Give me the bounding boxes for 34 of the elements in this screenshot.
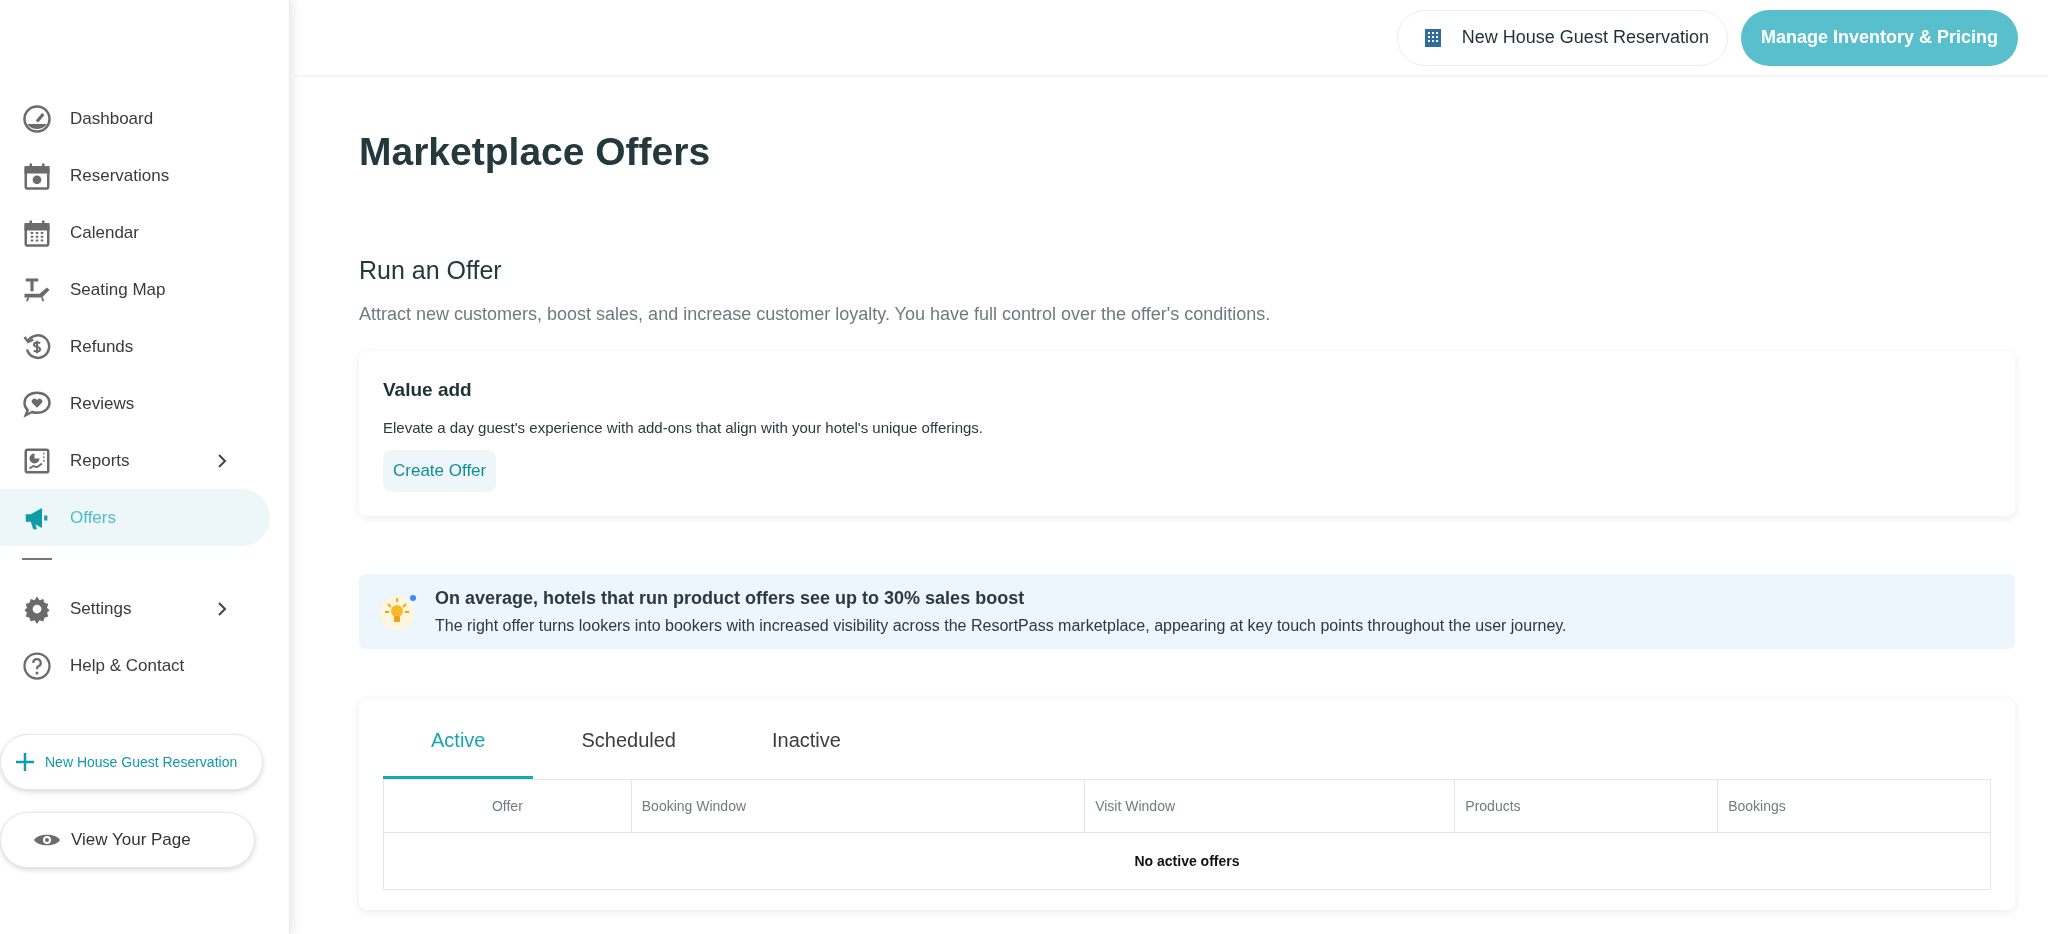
sidebar-item[interactable]: Seating Map bbox=[0, 261, 270, 318]
sidebar-item[interactable]: Reports bbox=[0, 432, 270, 489]
building-icon bbox=[1423, 27, 1442, 48]
nav-icon bbox=[22, 103, 52, 134]
view-page-button[interactable]: View Your Page bbox=[0, 812, 255, 868]
sidebar-item[interactable]: Dashboard bbox=[0, 90, 270, 147]
chevron-right-icon bbox=[216, 601, 228, 616]
empty-message: No active offers bbox=[1133, 852, 1241, 871]
new-reservation-button[interactable]: New House Guest Reservation bbox=[1396, 9, 1728, 66]
sidebar-item[interactable]: Calendar bbox=[0, 204, 270, 261]
page-title: Marketplace Offers bbox=[359, 130, 712, 174]
nav-icon bbox=[22, 650, 52, 681]
sidebar-item[interactable]: Reservations bbox=[0, 147, 270, 204]
column-header: Booking Window bbox=[630, 780, 1085, 832]
column-header: Visit Window bbox=[1084, 780, 1455, 832]
plus-icon bbox=[15, 752, 35, 772]
tip-text: The right offer turns lookers into bookers with increased visibility across the ResortPass marketplace, appearing at key touch points throughout the user journey. bbox=[435, 617, 1567, 635]
chevron-right-icon bbox=[216, 453, 228, 468]
section-title: Run an Offer bbox=[359, 256, 503, 285]
sidebar-item[interactable]: Help & Contact bbox=[0, 637, 270, 694]
card-title: Value add bbox=[383, 379, 473, 401]
sidebar-item[interactable]: Reviews bbox=[0, 375, 270, 432]
sidebar-item[interactable]: Settings bbox=[0, 580, 270, 637]
column-header: Bookings bbox=[1717, 780, 1990, 832]
section-description: Attract new customers, boost sales, and increase customer loyalty. You have full control over the offer's conditions. bbox=[359, 304, 1272, 325]
card-description: Elevate a day guest's experience with add-ons that align with your hotel's unique offerings. bbox=[383, 419, 984, 436]
sidebar-item[interactable]: Refunds bbox=[0, 318, 270, 375]
tab[interactable]: Inactive bbox=[724, 709, 889, 779]
column-header: Products bbox=[1454, 780, 1718, 832]
tab[interactable]: Scheduled bbox=[533, 709, 724, 779]
tip-title: On average, hotels that run product offers see up to 30% sales boost bbox=[435, 588, 1026, 609]
column-header: Offer bbox=[490, 797, 524, 816]
create-offer-button[interactable]: Create Offer bbox=[383, 450, 497, 492]
nav-icon bbox=[22, 331, 52, 362]
